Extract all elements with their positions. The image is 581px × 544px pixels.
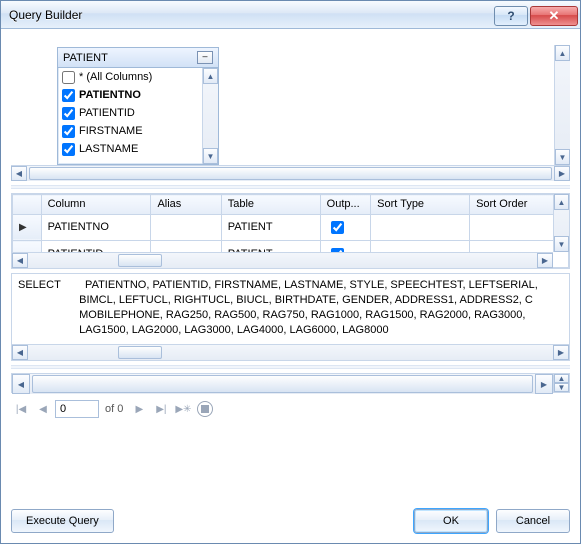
column-row[interactable]: FIRSTNAME bbox=[58, 122, 202, 140]
column-checkbox[interactable] bbox=[62, 143, 75, 156]
row-indicator: ▶ bbox=[13, 214, 42, 241]
dialog-button-row: Execute Query OK Cancel bbox=[11, 503, 570, 533]
column-row[interactable]: LASTNAME bbox=[58, 140, 202, 158]
close-button[interactable]: ✕ bbox=[530, 6, 578, 26]
table-box-patient[interactable]: PATIENT – * (All Columns) PATIENTNO bbox=[57, 47, 219, 165]
scroll-down-icon[interactable]: ▼ bbox=[555, 149, 570, 165]
nav-prev-icon[interactable]: ◀ bbox=[33, 399, 53, 419]
column-list[interactable]: * (All Columns) PATIENTNO PATIENTID bbox=[58, 68, 218, 164]
ok-button[interactable]: OK bbox=[414, 509, 488, 533]
scroll-down-icon[interactable]: ▼ bbox=[554, 383, 569, 392]
execute-query-button[interactable]: Execute Query bbox=[11, 509, 114, 533]
scroll-track[interactable] bbox=[30, 374, 535, 394]
help-button[interactable]: ? bbox=[494, 6, 528, 26]
column-label-all: * (All Columns) bbox=[79, 71, 152, 83]
cell-alias[interactable] bbox=[151, 214, 221, 241]
cell-table[interactable]: PATIENT bbox=[221, 214, 320, 241]
scroll-thumb[interactable] bbox=[118, 254, 162, 267]
scroll-right-icon[interactable]: ▶ bbox=[554, 166, 570, 181]
grid-hscrollbar[interactable]: ◀ ▶ bbox=[12, 252, 553, 268]
scroll-up-icon[interactable]: ▲ bbox=[203, 68, 218, 84]
scroll-thumb[interactable] bbox=[118, 346, 162, 359]
grid-vscrollbar[interactable]: ▲ ▼ bbox=[553, 194, 569, 252]
splitter[interactable] bbox=[11, 365, 570, 369]
scroll-up-icon[interactable]: ▲ bbox=[555, 45, 570, 61]
scroll-right-icon[interactable]: ▶ bbox=[537, 253, 553, 268]
table-box-title[interactable]: PATIENT – bbox=[58, 48, 218, 68]
diagram-hscrollbar[interactable]: ◀ ▶ bbox=[11, 165, 570, 181]
column-checkbox-all[interactable] bbox=[62, 71, 75, 84]
column-checkbox[interactable] bbox=[62, 125, 75, 138]
record-navigator: |◀ ◀ of 0 ▶ ▶| ▶✳ bbox=[11, 397, 570, 421]
table-name-label: PATIENT bbox=[63, 52, 197, 64]
scroll-track[interactable] bbox=[555, 61, 570, 149]
column-label: FIRSTNAME bbox=[79, 125, 143, 137]
current-row-icon: ▶ bbox=[19, 222, 27, 233]
titlebar[interactable]: Query Builder ? ✕ bbox=[1, 1, 580, 29]
scroll-track[interactable] bbox=[554, 210, 569, 236]
grid-header-column[interactable]: Column bbox=[41, 195, 151, 215]
stop-icon bbox=[197, 401, 213, 417]
scroll-right-icon[interactable]: ▶ bbox=[535, 374, 553, 394]
scroll-right-icon[interactable]: ▶ bbox=[553, 345, 569, 360]
cell-column[interactable]: PATIENTNO bbox=[41, 214, 151, 241]
column-row[interactable]: PATIENTNO bbox=[58, 86, 202, 104]
scroll-left-icon[interactable]: ◀ bbox=[12, 253, 28, 268]
cancel-button[interactable]: Cancel bbox=[496, 509, 570, 533]
diagram-vscrollbar[interactable]: ▲ ▼ bbox=[554, 45, 570, 165]
scroll-up-icon[interactable]: ▲ bbox=[554, 194, 569, 210]
grid-row[interactable]: ▶ PATIENTNO PATIENT bbox=[13, 214, 569, 241]
column-label: PATIENTID bbox=[79, 107, 135, 119]
scroll-track[interactable] bbox=[28, 253, 537, 268]
scroll-track[interactable] bbox=[27, 166, 554, 181]
column-label: PATIENTNO bbox=[79, 89, 141, 101]
query-builder-dialog: Query Builder ? ✕ PATIENT – * (All Colum… bbox=[0, 0, 581, 544]
column-row-all[interactable]: * (All Columns) bbox=[58, 68, 202, 86]
grid-header-sort-type[interactable]: Sort Type bbox=[371, 195, 470, 215]
cell-output[interactable] bbox=[320, 214, 371, 241]
window-title: Query Builder bbox=[9, 8, 494, 22]
nav-next-icon[interactable]: ▶ bbox=[129, 399, 149, 419]
scroll-left-icon[interactable]: ◀ bbox=[12, 374, 30, 394]
column-label: LASTNAME bbox=[79, 143, 138, 155]
column-list-scrollbar[interactable]: ▲ ▼ bbox=[202, 68, 218, 164]
grid-header-row: Column Alias Table Outp... Sort Type Sor… bbox=[13, 195, 569, 215]
criteria-grid-pane: Column Alias Table Outp... Sort Type Sor… bbox=[11, 193, 570, 269]
grid-corner bbox=[13, 195, 42, 215]
scroll-thumb[interactable] bbox=[32, 375, 533, 393]
client-area: PATIENT – * (All Columns) PATIENTNO bbox=[1, 29, 580, 543]
scroll-track[interactable] bbox=[28, 345, 553, 360]
column-row[interactable]: PATIENTID bbox=[58, 104, 202, 122]
results-pane: ◀ ▶ ▲ ▼ bbox=[11, 373, 570, 393]
column-checkbox[interactable] bbox=[62, 107, 75, 120]
nav-last-icon[interactable]: ▶| bbox=[151, 399, 171, 419]
results-vscrollbar[interactable]: ▲ ▼ bbox=[553, 374, 569, 392]
nav-first-icon[interactable]: |◀ bbox=[11, 399, 31, 419]
scroll-down-icon[interactable]: ▼ bbox=[554, 236, 569, 252]
splitter[interactable] bbox=[11, 185, 570, 189]
minimize-icon[interactable]: – bbox=[197, 51, 213, 64]
scroll-thumb[interactable] bbox=[29, 167, 552, 180]
grid-header-table[interactable]: Table bbox=[221, 195, 320, 215]
column-checkbox[interactable] bbox=[62, 89, 75, 102]
diagram-pane[interactable]: PATIENT – * (All Columns) PATIENTNO bbox=[11, 35, 570, 181]
nav-stop-button[interactable] bbox=[195, 399, 215, 419]
scroll-up-icon[interactable]: ▲ bbox=[554, 374, 569, 383]
nav-new-icon[interactable]: ▶✳ bbox=[173, 399, 193, 419]
scroll-down-icon[interactable]: ▼ bbox=[203, 148, 218, 164]
results-hscrollbar[interactable]: ◀ ▶ bbox=[12, 374, 553, 394]
grid-header-alias[interactable]: Alias bbox=[151, 195, 221, 215]
output-checkbox[interactable] bbox=[331, 221, 344, 234]
scroll-left-icon[interactable]: ◀ bbox=[12, 345, 28, 360]
scroll-left-icon[interactable]: ◀ bbox=[11, 166, 27, 181]
close-icon: ✕ bbox=[549, 8, 560, 24]
sql-text[interactable]: SELECT PATIENTNO, PATIENTID, FIRSTNAME, … bbox=[12, 274, 569, 344]
sql-hscrollbar[interactable]: ◀ ▶ bbox=[12, 344, 569, 360]
cell-sort-type[interactable] bbox=[371, 214, 470, 241]
grid-header-output[interactable]: Outp... bbox=[320, 195, 371, 215]
nav-of-label: of 0 bbox=[101, 403, 127, 415]
scroll-track[interactable] bbox=[203, 84, 218, 148]
sql-pane[interactable]: SELECT PATIENTNO, PATIENTID, FIRSTNAME, … bbox=[11, 273, 570, 361]
nav-current-input[interactable] bbox=[55, 400, 99, 418]
